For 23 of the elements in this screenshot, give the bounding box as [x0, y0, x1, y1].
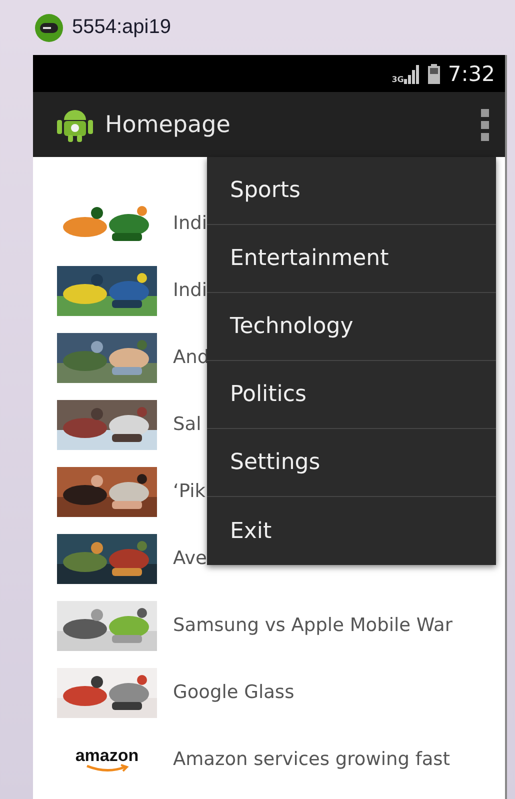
- emulator-icon: [34, 12, 64, 42]
- article-title[interactable]: Sal: [173, 414, 202, 435]
- app-title: Homepage: [105, 112, 232, 138]
- window-title: 5554:api19: [72, 16, 171, 39]
- article-title[interactable]: And: [173, 347, 210, 368]
- battery-icon: [428, 64, 440, 84]
- article-title[interactable]: Indi: [173, 280, 208, 301]
- menu-item[interactable]: Exit: [207, 497, 496, 565]
- menu-item[interactable]: Technology: [207, 293, 496, 361]
- menu-item[interactable]: Entertainment: [207, 225, 496, 293]
- article-title[interactable]: Google Glass: [173, 682, 294, 703]
- article-title[interactable]: Amazon services growing fast: [173, 749, 450, 770]
- menu-item[interactable]: Settings: [207, 429, 496, 497]
- overflow-menu-icon[interactable]: [481, 108, 489, 140]
- article-title[interactable]: Ave: [173, 548, 207, 569]
- clock: 7:32: [448, 62, 495, 86]
- menu-item[interactable]: Sports: [207, 157, 496, 225]
- android-icon: [57, 108, 93, 142]
- menu-item[interactable]: Politics: [207, 361, 496, 429]
- article-title[interactable]: Samsung vs Apple Mobile War: [173, 615, 452, 636]
- article-title[interactable]: ‘Pik: [173, 481, 206, 502]
- amazon-logo: amazon: [57, 734, 157, 784]
- article-title[interactable]: Indi: [173, 213, 208, 234]
